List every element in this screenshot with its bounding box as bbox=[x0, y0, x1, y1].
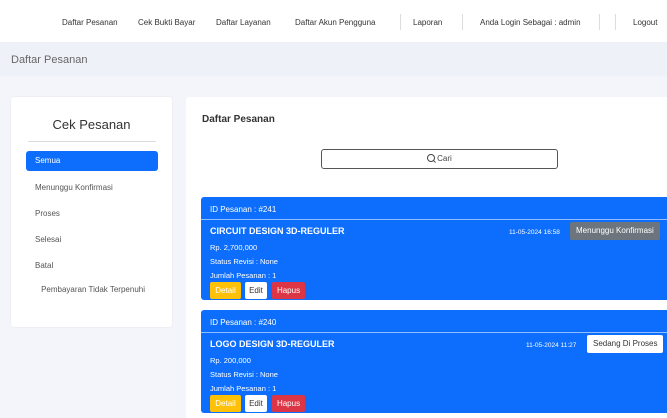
filter-pembayaran-tidak-terpenuhi[interactable]: Pembayaran Tidak Terpenuhi bbox=[35, 284, 145, 295]
filter-semua[interactable]: Semua bbox=[26, 151, 158, 171]
card-divider bbox=[201, 219, 667, 220]
nav-divider bbox=[400, 14, 401, 30]
nav-divider bbox=[462, 14, 463, 30]
nav-daftar-pesanan[interactable]: Daftar Pesanan bbox=[62, 18, 118, 27]
page-header: Daftar Pesanan bbox=[0, 42, 667, 76]
order-card: ID Pesanan : #240 LOGO DESIGN 3D-REGULER… bbox=[201, 310, 667, 413]
order-id: ID Pesanan : #241 bbox=[210, 205, 277, 214]
nav-laporan[interactable]: Laporan bbox=[413, 18, 442, 27]
panel-title: Daftar Pesanan bbox=[202, 114, 275, 125]
order-quantity: Jumlah Pesanan : 1 bbox=[210, 271, 277, 280]
sidebar-title: Cek Pesanan bbox=[52, 117, 131, 132]
page-title: Daftar Pesanan bbox=[11, 54, 88, 66]
detail-button[interactable]: Detail bbox=[210, 282, 241, 299]
status-badge: Menunggu Konfirmasi bbox=[570, 222, 660, 240]
order-title: CIRCUIT DESIGN 3D-REGULER bbox=[210, 226, 345, 236]
filter-sidebar: Cek Pesanan Semua Menunggu Konfirmasi Pr… bbox=[11, 97, 172, 327]
delete-button[interactable]: Hapus bbox=[272, 282, 305, 299]
search-label: Cari bbox=[437, 154, 452, 163]
order-id: ID Pesanan : #240 bbox=[210, 318, 277, 327]
card-divider bbox=[201, 332, 667, 333]
order-price: Rp. 200,000 bbox=[210, 356, 251, 365]
order-date: 11-05-2024 11:27 bbox=[526, 342, 577, 349]
search-icon bbox=[427, 154, 436, 162]
order-revision-status: Status Revisi : None bbox=[210, 370, 278, 379]
order-price: Rp. 2,700,000 bbox=[210, 243, 258, 252]
sidebar-divider bbox=[28, 141, 156, 142]
search-button[interactable]: Cari bbox=[321, 149, 558, 169]
edit-button[interactable]: Edit bbox=[245, 282, 267, 299]
order-revision-status: Status Revisi : None bbox=[210, 257, 278, 266]
filter-batal[interactable]: Batal bbox=[35, 260, 53, 271]
status-badge: Sedang Di Proses bbox=[587, 335, 664, 353]
filter-selesai[interactable]: Selesai bbox=[35, 234, 61, 245]
nav-cek-bukti-bayar[interactable]: Cek Bukti Bayar bbox=[138, 18, 195, 27]
nav-daftar-layanan[interactable]: Daftar Layanan bbox=[216, 18, 271, 27]
filter-menunggu-konfirmasi[interactable]: Menunggu Konfirmasi bbox=[35, 182, 113, 193]
nav-divider bbox=[599, 14, 600, 30]
nav-divider bbox=[615, 14, 616, 30]
edit-button[interactable]: Edit bbox=[245, 395, 267, 412]
detail-button[interactable]: Detail bbox=[210, 395, 241, 412]
order-list-panel: Daftar Pesanan Cari ID Pesanan : #241 CI… bbox=[186, 97, 667, 418]
order-date: 11-05-2024 16:58 bbox=[509, 229, 560, 236]
filter-proses[interactable]: Proses bbox=[35, 208, 60, 219]
order-title: LOGO DESIGN 3D-REGULER bbox=[210, 339, 335, 349]
nav-logout[interactable]: Logout bbox=[633, 18, 657, 27]
top-navbar: Daftar Pesanan Cek Bukti Bayar Daftar La… bbox=[0, 0, 667, 42]
order-quantity: Jumlah Pesanan : 1 bbox=[210, 384, 277, 393]
login-info: Anda Login Sebagai : admin bbox=[480, 18, 581, 27]
delete-button[interactable]: Hapus bbox=[272, 395, 305, 412]
nav-daftar-akun-pengguna[interactable]: Daftar Akun Pengguna bbox=[295, 18, 376, 27]
order-card: ID Pesanan : #241 CIRCUIT DESIGN 3D-REGU… bbox=[201, 197, 667, 300]
